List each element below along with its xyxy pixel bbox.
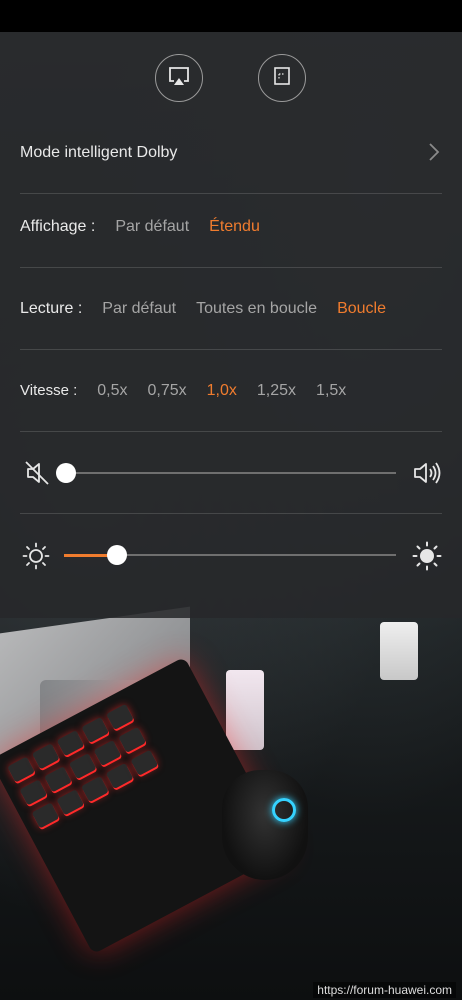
- screen-cast-button[interactable]: [155, 54, 203, 102]
- key: [56, 789, 85, 816]
- volume-up-icon[interactable]: [412, 460, 442, 491]
- playback-option-loop[interactable]: Boucle: [337, 300, 386, 318]
- speed-option-0-5x[interactable]: 0,5x: [97, 382, 127, 400]
- watermark-text: https://forum-huawei.com: [313, 982, 456, 998]
- volume-slider-row: [20, 432, 442, 514]
- brightness-thumb[interactable]: [107, 545, 128, 565]
- playback-row: Lecture : Par défaut Toutes en boucle Bo…: [20, 268, 442, 350]
- display-row: Affichage : Par défaut Étendu: [20, 186, 442, 268]
- picture-in-picture-icon: [271, 65, 293, 92]
- speed-row: Vitesse : 0,5x 0,75x 1,0x 1,25x 1,5x: [20, 350, 442, 432]
- picture-in-picture-button[interactable]: [258, 54, 306, 102]
- speed-option-1-25x[interactable]: 1,25x: [257, 382, 296, 400]
- key: [19, 779, 48, 806]
- dolby-mode-label: Mode intelligent Dolby: [20, 143, 178, 161]
- speed-option-0-75x[interactable]: 0,75x: [148, 382, 187, 400]
- settings-panel: Mode intelligent Dolby Affichage : Par d…: [0, 32, 462, 618]
- playback-option-default[interactable]: Par défaut: [102, 300, 176, 318]
- chevron-right-icon: [428, 142, 440, 167]
- key: [106, 703, 134, 731]
- key: [81, 716, 110, 744]
- key: [7, 756, 36, 783]
- video-charger: [226, 670, 264, 750]
- playback-option-loop-all[interactable]: Toutes en boucle: [196, 300, 317, 318]
- speed-option-1-5x[interactable]: 1,5x: [316, 382, 346, 400]
- key: [118, 726, 147, 753]
- speed-label: Vitesse :: [20, 382, 78, 399]
- key: [68, 753, 97, 780]
- volume-track[interactable]: [66, 472, 396, 474]
- display-label: Affichage :: [20, 217, 96, 235]
- key: [130, 749, 159, 776]
- key: [56, 730, 85, 757]
- brightness-low-icon[interactable]: [22, 542, 50, 575]
- volume-thumb[interactable]: [56, 463, 76, 483]
- key: [31, 743, 60, 770]
- key: [81, 776, 109, 803]
- key: [105, 762, 134, 790]
- brightness-slider-row: [20, 514, 442, 596]
- volume-mute-icon[interactable]: [24, 460, 50, 491]
- brightness-high-icon[interactable]: [412, 541, 442, 576]
- speed-option-1-0x[interactable]: 1,0x: [207, 382, 237, 400]
- playback-label: Lecture :: [20, 299, 83, 317]
- video-mouse-logo: [272, 798, 296, 822]
- screen-cast-icon: [167, 65, 191, 92]
- key: [93, 739, 122, 767]
- video-cube: [380, 622, 418, 680]
- video-mouse: [222, 770, 308, 880]
- display-option-extended[interactable]: Étendu: [209, 218, 260, 236]
- status-bar: [0, 0, 462, 32]
- key: [31, 802, 60, 829]
- dolby-mode-row[interactable]: Mode intelligent Dolby: [20, 112, 442, 194]
- top-icon-row: [0, 54, 462, 106]
- key: [44, 766, 72, 793]
- display-option-default[interactable]: Par défaut: [115, 218, 189, 236]
